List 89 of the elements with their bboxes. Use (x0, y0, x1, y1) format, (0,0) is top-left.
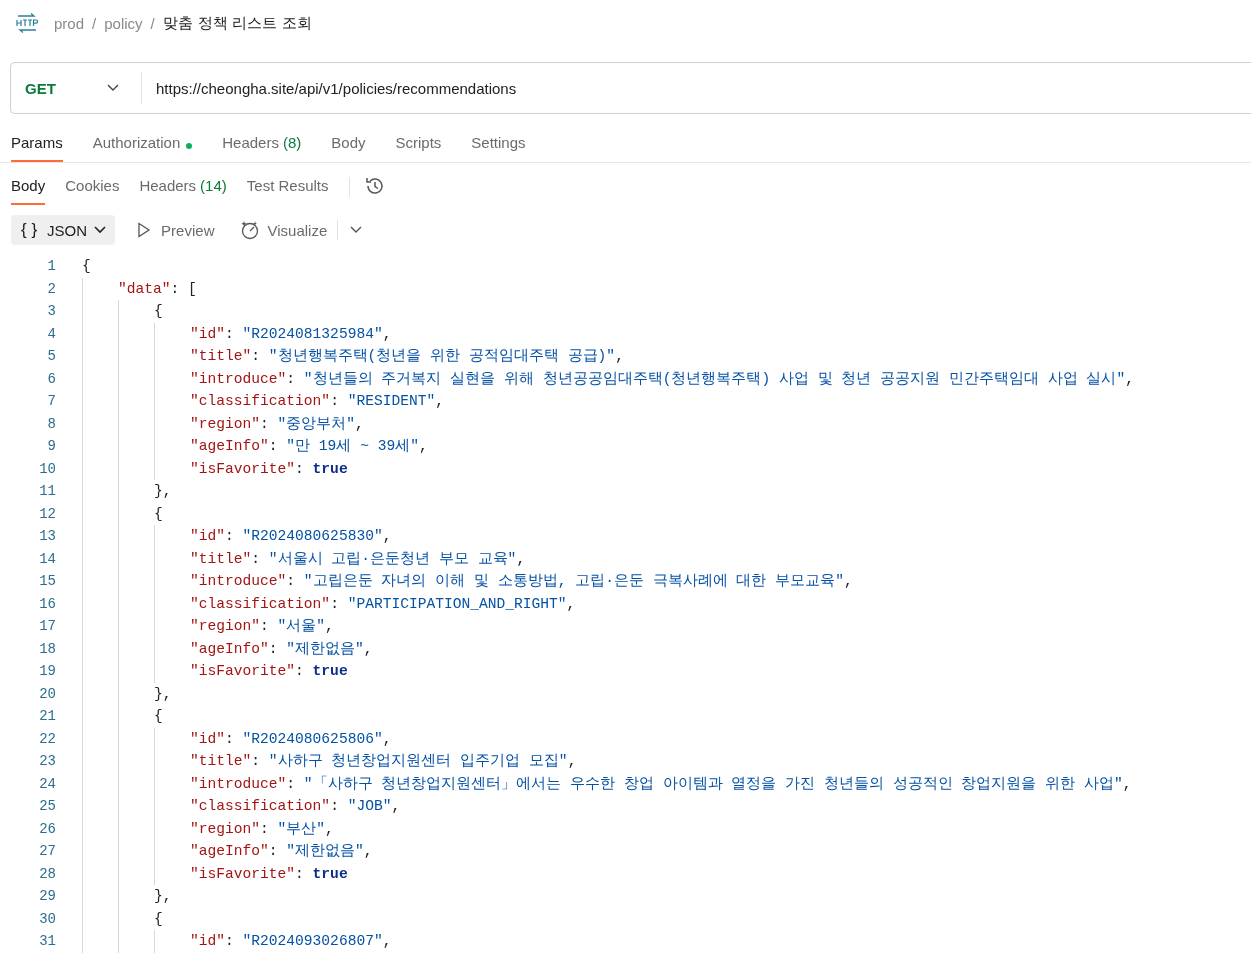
code-line: "title": "사하구 청년창업지원센터 입주기업 모집", (190, 752, 577, 771)
caret-icon[interactable] (107, 84, 119, 92)
line-number: 31 (38, 932, 56, 951)
code-line: }, (154, 887, 172, 906)
line-number: 18 (38, 639, 56, 659)
line-number: 9 (46, 437, 56, 456)
code-line: "data": [ (118, 279, 197, 299)
line-number: 7 (46, 392, 56, 411)
breadcrumb-separator: / (92, 14, 97, 32)
line-number: 2 (46, 279, 56, 299)
code-line: "isFavorite": true (190, 459, 348, 479)
line-number: 12 (38, 504, 56, 524)
code-line: "isFavorite": true (190, 662, 348, 681)
breadcrumb-separator: / (150, 14, 155, 32)
breadcrumb-link[interactable]: policy (104, 14, 143, 32)
line-number: 1 (46, 257, 56, 276)
line-number: 29 (38, 887, 56, 906)
line-number: 30 (38, 909, 56, 929)
code-line: }, (154, 684, 172, 704)
line-number: 25 (38, 797, 56, 816)
tab[interactable]: Params (11, 130, 63, 162)
tab[interactable]: Test Results (246, 173, 329, 205)
code-line: "title": "서울시 고립·은둔청년 부모 교육", (190, 549, 526, 569)
tab[interactable]: Authorization (92, 130, 193, 162)
code-line: "region": "부산", (190, 819, 334, 839)
code-line: "ageInfo": "만 19세 ~ 39세", (190, 437, 428, 456)
line-number: 23 (38, 752, 56, 771)
line-number: 8 (46, 414, 56, 434)
tab[interactable]: Headers (14) (139, 173, 227, 205)
caret-icon[interactable] (94, 226, 107, 234)
line-number: 24 (38, 774, 56, 794)
line-number: 28 (38, 864, 56, 884)
code-line: "ageInfo": "제한없음", (190, 639, 373, 659)
code-line: "title": "청년행복주택(청년을 위한 공적임대주택 공급)", (190, 347, 624, 366)
http-icon[interactable] (15, 13, 39, 33)
code-line: "ageInfo": "제한없음", (190, 842, 373, 861)
caret-icon[interactable] (350, 226, 363, 234)
request-url-field[interactable]: GET https://cheongha.site/api/v1/policies/recommendations (10, 62, 1251, 114)
history-icon[interactable] (363, 175, 386, 197)
code-line: "classification": "RESIDENT", (190, 392, 444, 411)
visualize-button[interactable]: Visualize (240, 220, 328, 240)
line-number: 5 (46, 347, 56, 366)
code-line: { (82, 257, 91, 276)
sparkle-gauge-icon[interactable] (240, 220, 261, 240)
line-number: 17 (38, 617, 56, 636)
request-title: 맞춤 정책 리스트 조회 (162, 13, 313, 33)
breadcrumb-link[interactable]: prod (54, 14, 85, 32)
code-line: { (154, 707, 163, 726)
format-dropdown[interactable]: { } JSON (11, 215, 116, 245)
line-number: 16 (38, 594, 56, 614)
code-line: "id": "R2024093026807", (190, 932, 392, 951)
line-number: 26 (38, 819, 56, 839)
code-line: "introduce": "청년들의 주거복지 실현을 위해 청년공공임대주택(청년행복주택) 사업 및 청년 공공지원 민간주택임대 사업 실시", (190, 369, 1134, 389)
line-number: 27 (38, 842, 56, 861)
preview-button[interactable]: Preview (137, 221, 215, 239)
code-line: "introduce": "「사하구 청년창업지원센터」에서는 우수한 창업 아이템과 열정을 가진 청년들의 성공적인 창업지원을 위한 사업", (190, 774, 1132, 794)
code-line: "region": "중앙부처", (190, 414, 364, 434)
line-number: 10 (38, 459, 56, 479)
code-line: "classification": "JOB", (190, 797, 401, 816)
tab[interactable]: Body (11, 173, 46, 205)
tab[interactable]: Settings (471, 130, 526, 162)
line-number: 11 (38, 482, 56, 501)
line-number: 3 (46, 302, 56, 321)
tab[interactable]: Cookies (65, 173, 120, 205)
line-number: 22 (38, 729, 56, 749)
code-line: "classification": "PARTICIPATION_AND_RIGHT", (190, 594, 576, 614)
line-number: 15 (38, 572, 56, 591)
code-line: "id": "R2024080625830", (190, 527, 392, 546)
code-line: { (154, 504, 163, 524)
line-number: 6 (46, 369, 56, 389)
tab[interactable]: Headers (8) (222, 130, 302, 162)
line-number: 19 (38, 662, 56, 681)
code-line: { (154, 302, 163, 321)
play-icon[interactable] (137, 222, 152, 238)
method-dropdown[interactable]: GET (11, 79, 103, 97)
tab[interactable]: Scripts (395, 130, 442, 162)
code-line: "id": "R2024080625806", (190, 729, 392, 749)
line-number: 14 (38, 549, 56, 569)
code-line: { (154, 909, 163, 929)
code-line: "introduce": "고립은둔 자녀의 이해 및 소통방법, 고립·은둔 극복사례에 대한 부모교육", (190, 572, 853, 591)
code-line: "isFavorite": true (190, 864, 348, 884)
line-number: 20 (38, 684, 56, 704)
line-number: 21 (38, 707, 56, 726)
code-line: "id": "R2024081325984", (190, 324, 392, 344)
tab[interactable]: Body (331, 130, 366, 162)
line-number: 4 (46, 324, 56, 344)
line-number: 13 (38, 527, 56, 546)
code-line: "region": "서울", (190, 617, 334, 636)
code-line: }, (154, 482, 172, 501)
